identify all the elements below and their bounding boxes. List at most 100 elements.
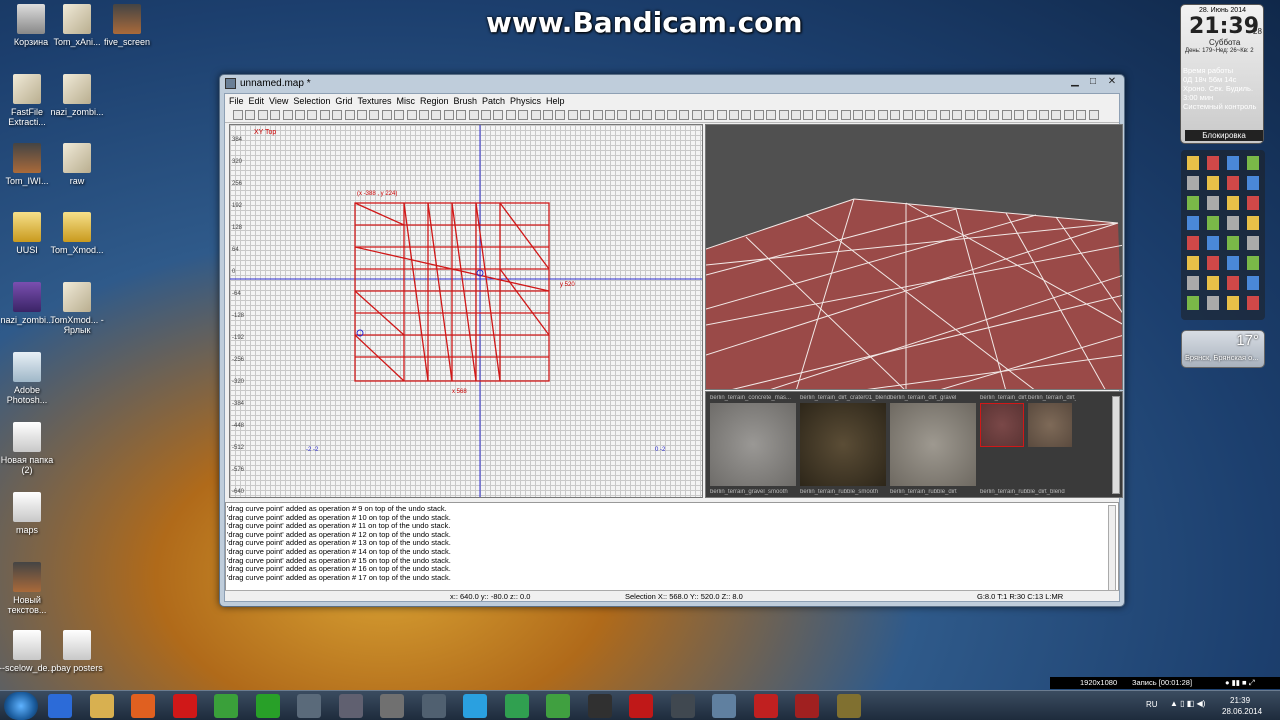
taskbar-app-icon[interactable] (670, 694, 695, 718)
taskbar-time[interactable]: 21:39 (1230, 696, 1250, 705)
desktop-icon[interactable]: Adobe Photosh... (0, 352, 58, 405)
launcher-shortcut-icon[interactable] (1247, 196, 1259, 210)
taskbar-app-icon[interactable] (172, 694, 197, 718)
launcher-shortcut-icon[interactable] (1247, 296, 1259, 310)
toolbar-button[interactable] (704, 110, 715, 120)
toolbar-button[interactable] (716, 110, 727, 120)
taskbar-app-icon[interactable] (421, 694, 446, 718)
menu-brush[interactable]: Brush (453, 94, 482, 108)
toolbar-button[interactable] (865, 110, 876, 120)
taskbar-app-icon[interactable] (546, 694, 570, 718)
taskbar-app-icon[interactable] (629, 694, 653, 718)
desktop-icon[interactable]: Новый текстов... (0, 562, 58, 615)
toolbar-button[interactable] (493, 110, 504, 120)
toolbar-button[interactable] (530, 110, 541, 120)
menu-grid[interactable]: Grid (335, 94, 357, 108)
toolbar-button[interactable] (667, 110, 677, 120)
toolbar-button[interactable] (617, 110, 628, 120)
texture-thumbnail[interactable] (710, 403, 796, 486)
toolbar-button[interactable] (580, 110, 591, 120)
toolbar-button[interactable] (964, 110, 975, 120)
toolbar-button[interactable] (629, 110, 640, 120)
toolbar-button[interactable] (815, 110, 826, 120)
launcher-shortcut-icon[interactable] (1187, 156, 1199, 170)
minimize-button[interactable]: ▁ (1066, 76, 1084, 89)
toolbar-button[interactable] (890, 110, 901, 120)
launcher-shortcut-icon[interactable] (1247, 216, 1259, 230)
toolbar-button[interactable] (741, 110, 752, 120)
toolbar-button[interactable] (468, 110, 479, 120)
xy-top-view[interactable]: XY Top 384 320 256 192 128 64 0 -64 -128… (229, 124, 703, 498)
toolbar-button[interactable] (654, 110, 665, 120)
title-bar[interactable]: unnamed.map * ▁ □ ✕ (220, 75, 1124, 93)
launcher-shortcut-icon[interactable] (1247, 256, 1259, 270)
camera-3d-view[interactable] (705, 124, 1123, 390)
taskbar-app-icon[interactable] (255, 694, 280, 718)
launcher-shortcut-icon[interactable] (1227, 156, 1239, 170)
toolbar-button[interactable] (270, 110, 281, 120)
launcher-shortcut-icon[interactable] (1187, 236, 1199, 250)
desktop-icon[interactable]: Tom_Xmod... (46, 212, 108, 255)
taskbar-app-icon[interactable] (836, 694, 861, 718)
toolbar-button[interactable] (543, 110, 553, 120)
toolbar-button[interactable] (1051, 110, 1062, 120)
taskbar-app-icon[interactable] (587, 694, 612, 718)
taskbar-app-icon[interactable] (338, 694, 363, 718)
taskbar-app-icon[interactable] (463, 694, 487, 718)
toolbar-button[interactable] (406, 110, 417, 120)
launcher-shortcut-icon[interactable] (1227, 216, 1239, 230)
toolbar-button[interactable] (766, 110, 777, 120)
texture-thumbnail[interactable] (890, 403, 976, 486)
menu-view[interactable]: View (269, 94, 293, 108)
taskbar-app-icon[interactable] (504, 694, 529, 718)
toolbar-button[interactable] (691, 110, 702, 120)
toolbar-button[interactable] (394, 110, 405, 120)
toolbar-button[interactable] (679, 110, 690, 120)
texture-thumbnail[interactable] (800, 403, 886, 486)
taskbar-app-icon[interactable] (380, 694, 404, 718)
toolbar-button[interactable] (840, 110, 851, 120)
menu-edit[interactable]: Edit (249, 94, 270, 108)
launcher-shortcut-icon[interactable] (1247, 276, 1259, 290)
toolbar-button[interactable] (295, 110, 305, 120)
launcher-shortcut-icon[interactable] (1227, 236, 1239, 250)
texture-thumbnail[interactable] (1028, 403, 1072, 447)
menu-file[interactable]: File (229, 94, 249, 108)
console-log[interactable]: 'drag curve point' added as operation # … (225, 502, 1119, 594)
toolbar-button[interactable] (518, 110, 529, 120)
toolbar-button[interactable] (902, 110, 913, 120)
recorder-controls-icon[interactable]: ● ▮▮ ■ ⤢ (1225, 678, 1255, 688)
toolbar-button[interactable] (567, 110, 578, 120)
toolbar-button[interactable] (456, 110, 467, 120)
launcher-shortcut-icon[interactable] (1227, 276, 1239, 290)
toolbar-button[interactable] (853, 110, 863, 120)
launcher-shortcut-icon[interactable] (1207, 276, 1219, 290)
toolbar-button[interactable] (357, 110, 367, 120)
menu-help[interactable]: Help (546, 94, 570, 108)
desktop-icon[interactable]: Новая папка (2) (0, 422, 58, 475)
desktop-icon[interactable]: TomXmod... - Ярлык (46, 282, 108, 335)
desktop-icon[interactable]: five_screen (96, 4, 158, 47)
launcher-shortcut-icon[interactable] (1207, 216, 1219, 230)
texture-scrollbar[interactable] (1112, 396, 1120, 494)
taskbar-app-icon[interactable] (753, 694, 778, 718)
launcher-shortcut-icon[interactable] (1207, 296, 1219, 310)
toolbar-button[interactable] (729, 110, 739, 120)
toolbar-button[interactable] (803, 110, 814, 120)
toolbar-button[interactable] (939, 110, 950, 120)
weather-gadget[interactable]: 17° Брянск, Брянская о... (1181, 330, 1265, 368)
toolbar-button[interactable] (431, 110, 442, 120)
taskbar-app-icon[interactable] (214, 694, 238, 718)
taskbar-app-icon[interactable] (712, 694, 736, 718)
language-indicator[interactable]: RU (1146, 700, 1158, 709)
toolbar-button[interactable] (1063, 110, 1074, 120)
launcher-shortcut-icon[interactable] (1247, 236, 1259, 250)
launcher-shortcut-icon[interactable] (1227, 176, 1239, 190)
menu-textures[interactable]: Textures (357, 94, 396, 108)
taskbar-app-icon[interactable] (297, 694, 321, 718)
launcher-shortcut-icon[interactable] (1247, 176, 1259, 190)
close-button[interactable]: ✕ (1103, 76, 1121, 89)
toolbar-button[interactable] (381, 110, 392, 120)
toolbar-button[interactable] (419, 110, 429, 120)
launcher-shortcut-icon[interactable] (1187, 216, 1199, 230)
